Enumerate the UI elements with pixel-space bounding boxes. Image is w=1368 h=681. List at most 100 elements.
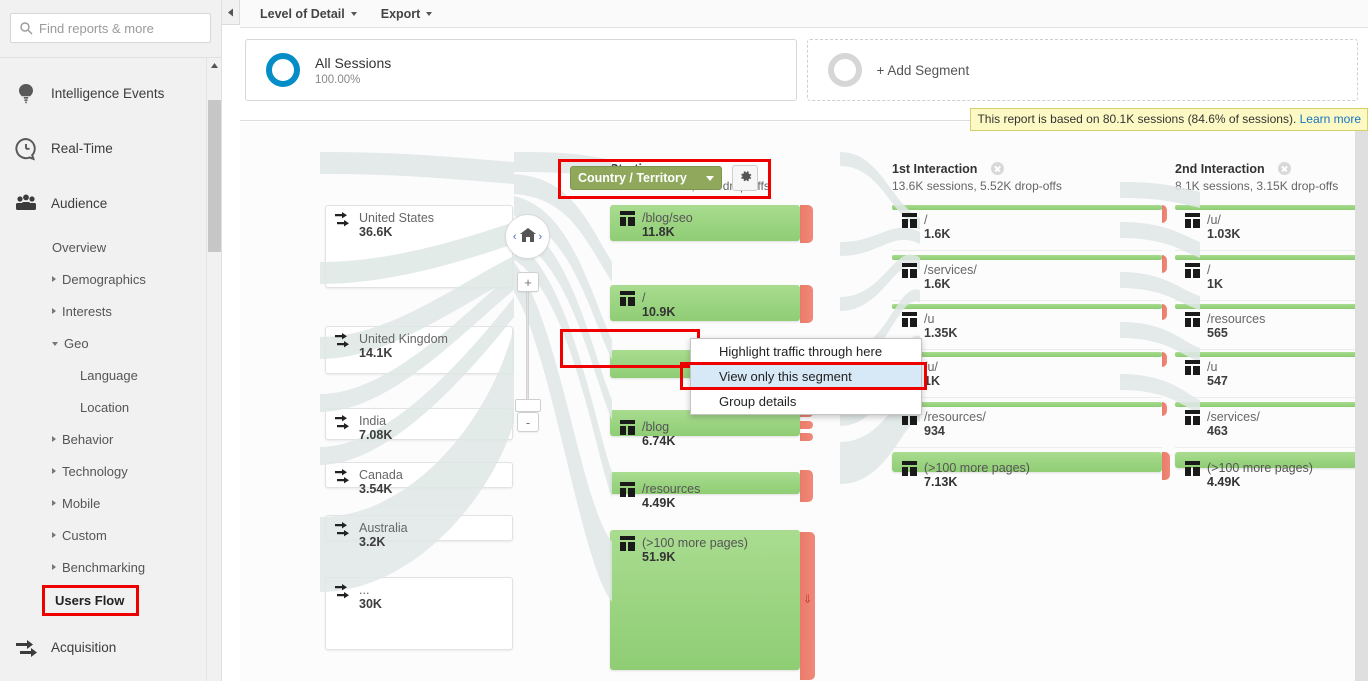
column-title-text: 1st Interaction: [892, 162, 978, 176]
dropoff-bar[interactable]: [800, 470, 813, 502]
home-icon[interactable]: [519, 228, 536, 245]
scroll-up-icon[interactable]: [207, 58, 222, 73]
segment-all-sessions[interactable]: All Sessions 100.00%: [245, 39, 797, 101]
node-name: /services/: [1207, 410, 1260, 424]
flow-scrollbar[interactable]: [1355, 122, 1368, 681]
node-name: /blog: [642, 420, 670, 434]
dropoff-bar[interactable]: [1162, 255, 1167, 273]
flow-node-2nd-u-slash[interactable]: /u/ 1.03K: [1175, 205, 1355, 251]
dropoff-bar[interactable]: [800, 205, 813, 243]
sidebar-item-intelligence-events[interactable]: Intelligence Events: [0, 66, 221, 121]
node-name: Canada: [359, 468, 403, 482]
sidebar-item-acquisition[interactable]: Acquisition: [0, 620, 221, 675]
page-icon: [620, 536, 635, 554]
sidebar-item-users-flow[interactable]: Users Flow: [42, 585, 140, 616]
search-input[interactable]: [39, 14, 206, 42]
node-bar: [1175, 352, 1355, 357]
sidebar-item-audience[interactable]: Audience: [0, 176, 221, 231]
zoom-in-button[interactable]: +: [517, 272, 539, 292]
node-bar: [892, 205, 1162, 210]
scrollbar-thumb[interactable]: [208, 100, 221, 252]
page-icon: [1185, 360, 1200, 378]
dropoff-bar[interactable]: [1162, 352, 1167, 367]
flow-node-canada[interactable]: Canada 3.54K: [325, 462, 513, 496]
flow-node-2nd-resources[interactable]: /resources 565: [1175, 304, 1355, 350]
left-arrow-icon[interactable]: ‹: [513, 231, 517, 243]
right-arrow-icon[interactable]: ›: [539, 231, 543, 243]
node-label: / 1K: [1185, 263, 1223, 291]
zoom-out-button[interactable]: -: [517, 412, 539, 432]
dropoff-bar[interactable]: [800, 285, 813, 323]
flow-node-australia[interactable]: Australia 3.2K: [325, 515, 513, 549]
dropoff-bar[interactable]: [800, 433, 813, 441]
dropoff-bar[interactable]: [800, 421, 813, 429]
sidebar-item-real-time[interactable]: Real-Time: [0, 121, 221, 176]
learn-more-link[interactable]: Learn more: [1300, 112, 1361, 126]
dropoff-bar[interactable]: [1162, 205, 1167, 223]
sidebar-item-behavior[interactable]: Behavior: [0, 423, 221, 455]
level-of-detail-button[interactable]: Level of Detail: [248, 0, 369, 28]
flow-home-button[interactable]: ‹ ›: [505, 214, 550, 259]
export-button[interactable]: Export: [369, 0, 445, 28]
flow-node-more-pages-start[interactable]: (>100 more pages) 51.9K: [610, 530, 800, 670]
sidebar-item-mobile[interactable]: Mobile: [0, 487, 221, 519]
sidebar-item-overview[interactable]: Overview: [0, 231, 221, 263]
flow-node-united-kingdom[interactable]: United Kingdom 14.1K: [325, 326, 513, 374]
sidebar-scrollbar[interactable]: [206, 58, 221, 681]
column-title-text: 2nd Interaction: [1175, 162, 1265, 176]
flow-node-2nd-root[interactable]: / 1K: [1175, 255, 1355, 301]
context-menu[interactable]: Highlight traffic through here View only…: [690, 338, 922, 415]
sidebar-item-demographics[interactable]: Demographics: [0, 263, 221, 295]
context-menu-item-group-details[interactable]: Group details: [691, 389, 921, 414]
flow-node-1st-resources[interactable]: /resources/ 934: [892, 402, 1162, 448]
close-icon[interactable]: [1278, 162, 1292, 176]
sampling-notice: This report is based on 80.1K sessions (…: [970, 108, 1368, 131]
node-bar: [1175, 205, 1355, 210]
flow-node-2nd-u[interactable]: /u 547: [1175, 352, 1355, 398]
flow-node-1st-services[interactable]: /services/ 1.6K: [892, 255, 1162, 301]
flow-node-other-countries[interactable]: ... 30K: [325, 577, 513, 650]
page-icon: [1185, 213, 1200, 231]
dropoff-bar[interactable]: [1162, 452, 1170, 480]
sidebar-item-acquisition-overview[interactable]: Overview: [0, 675, 221, 681]
column-subtitle: 13.6K sessions, 5.52K drop-offs: [892, 179, 1062, 194]
dropoff-bar[interactable]: [1162, 402, 1167, 416]
page-icon: [1185, 461, 1200, 479]
dropoff-bar-large[interactable]: ⇓: [800, 532, 815, 680]
node-value: 3.2K: [359, 535, 386, 549]
sidebar-item-label: Geo: [64, 335, 89, 351]
sidebar-item-technology[interactable]: Technology: [0, 455, 221, 487]
flow-node-united-states[interactable]: United States 36.6K: [325, 205, 513, 288]
flow-node-1st-u[interactable]: /u 1.35K: [892, 304, 1162, 350]
context-menu-item-view-only-segment[interactable]: View only this segment: [691, 364, 921, 389]
flow-node-root[interactable]: / 10.9K: [610, 285, 800, 321]
node-name: /resources: [642, 482, 701, 496]
acquisition-icon: [13, 635, 39, 661]
sidebar-item-custom[interactable]: Custom: [0, 519, 221, 551]
dropoff-bar[interactable]: [1162, 304, 1167, 320]
close-icon[interactable]: [990, 162, 1004, 176]
node-label: / 1.6K: [902, 213, 950, 241]
flow-node-2nd-services[interactable]: /services/ 463: [1175, 402, 1355, 448]
sidebar-collapse-button[interactable]: [222, 0, 240, 25]
context-menu-item-highlight-traffic[interactable]: Highlight traffic through here: [691, 339, 921, 364]
flow-node-blog-seo[interactable]: /blog/seo 11.8K: [610, 205, 800, 241]
zoom-slider-handle[interactable]: [515, 399, 541, 412]
flow-node-1st-u-slash[interactable]: /u/ 1K: [892, 352, 1162, 398]
flow-node-1st-root[interactable]: / 1.6K: [892, 205, 1162, 251]
flow-node-2nd-more-pages[interactable]: (>100 more pages) 4.49K: [1175, 452, 1355, 489]
sidebar-item-geo[interactable]: Geo: [0, 327, 221, 359]
sidebar-item-label: Real-Time: [51, 141, 113, 156]
node-value: 6.74K: [642, 434, 676, 448]
sidebar-item-language[interactable]: Language: [0, 359, 221, 391]
flow-node-resources[interactable]: /resources 4.49K: [610, 472, 800, 510]
add-segment-button[interactable]: + Add Segment: [806, 39, 1358, 101]
flow-node-india[interactable]: India 7.08K: [325, 408, 513, 442]
sidebar-item-benchmarking[interactable]: Benchmarking: [0, 551, 221, 583]
search-box[interactable]: [10, 13, 211, 43]
sidebar-item-interests[interactable]: Interests: [0, 295, 221, 327]
sidebar-item-label: Acquisition: [51, 640, 117, 655]
flow-node-1st-more-pages[interactable]: (>100 more pages) 7.13K: [892, 452, 1162, 489]
page-icon: [902, 263, 917, 281]
sidebar-item-location[interactable]: Location: [0, 391, 221, 423]
